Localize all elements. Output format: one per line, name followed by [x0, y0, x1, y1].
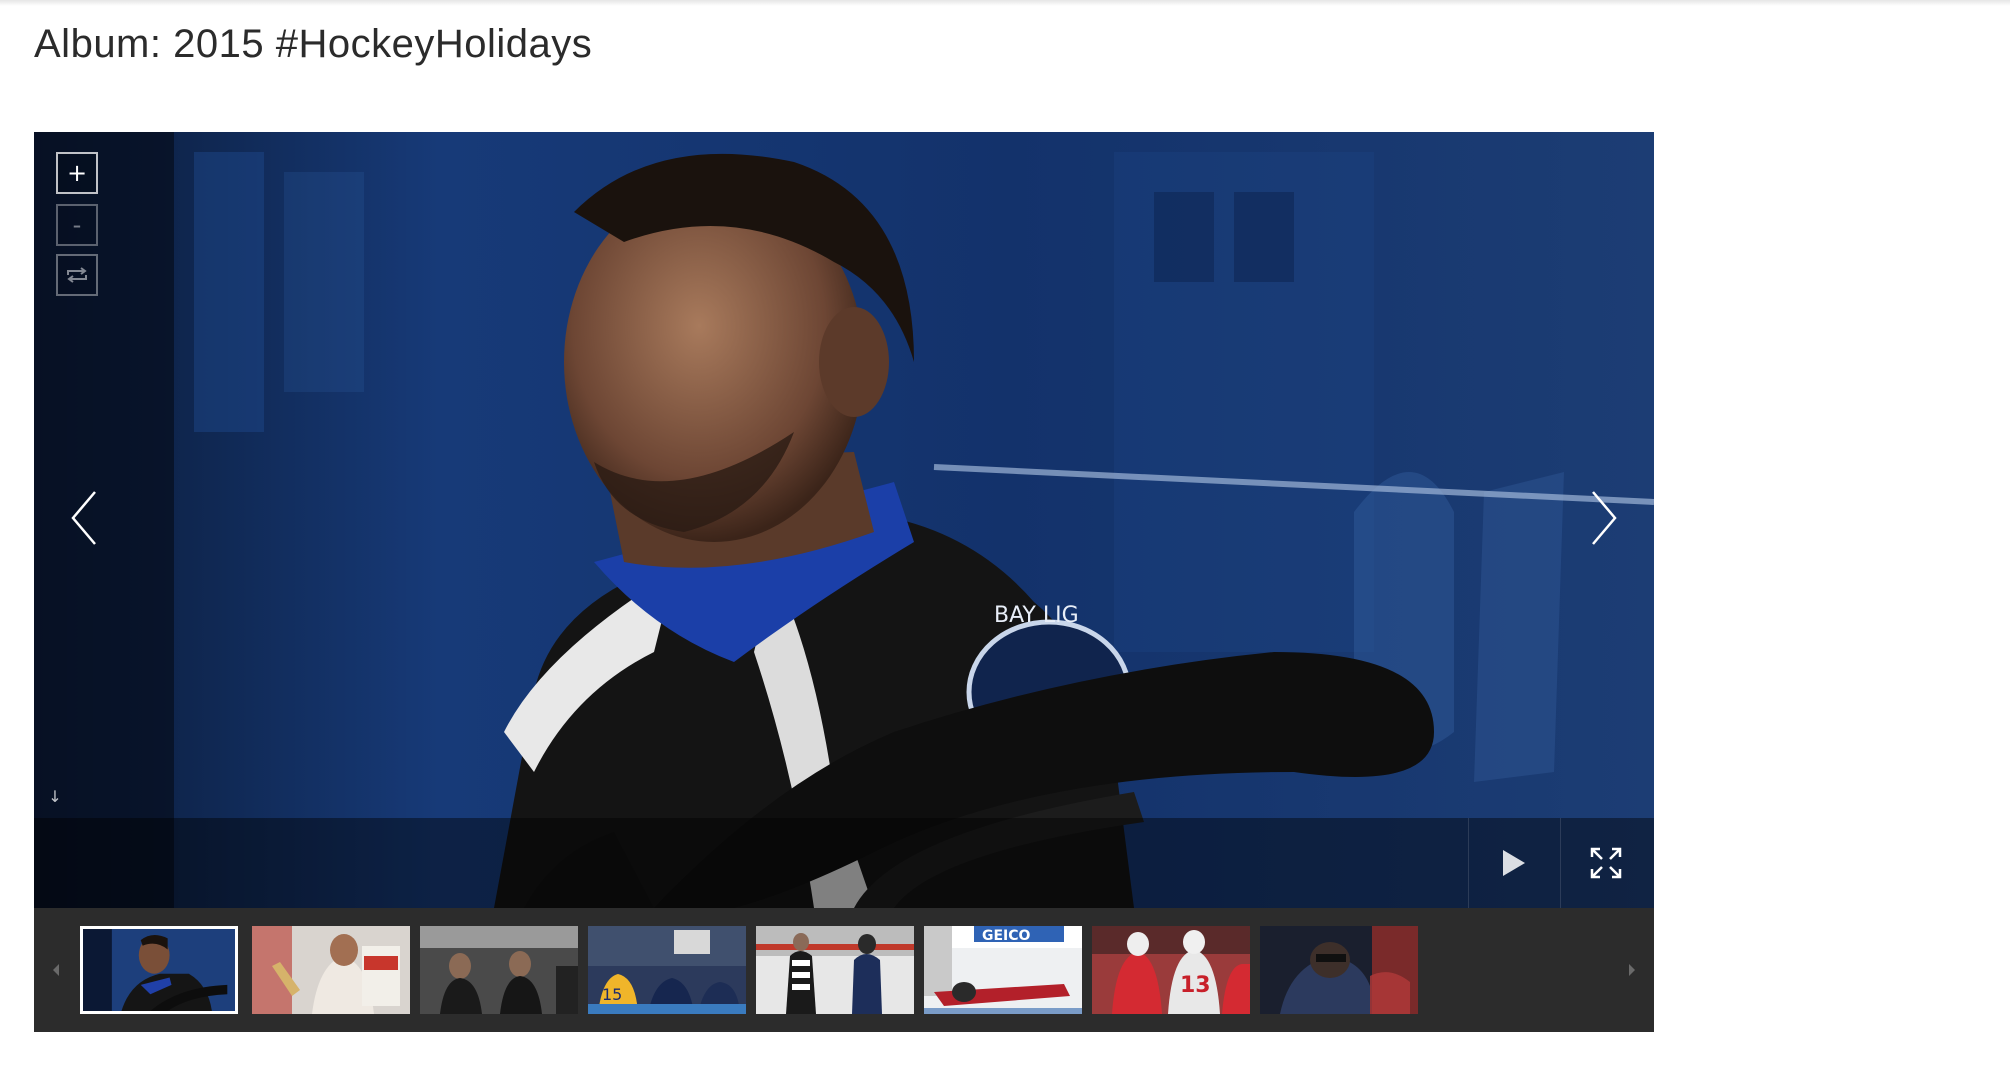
thumb-image: GEICO: [924, 926, 1082, 1014]
thumb-image: [756, 926, 914, 1014]
fullscreen-button[interactable]: [1560, 818, 1650, 908]
chevron-left-icon: [71, 491, 96, 545]
thumb-image: [420, 926, 578, 1014]
thumbnail-strip: 15 GEICO 13: [34, 908, 1654, 1032]
thumbnails-next-button[interactable]: [1610, 908, 1654, 1032]
thumb-jersey-number: 15: [602, 985, 622, 1004]
caret-left-icon: [53, 964, 59, 976]
play-slideshow-button[interactable]: [1468, 818, 1558, 908]
chevron-right-icon: [1592, 491, 1617, 545]
download-arrow-icon[interactable]: ↓: [46, 786, 64, 808]
jersey-patch-text: BAY LIG: [994, 603, 1079, 628]
zoom-in-label: +: [66, 159, 88, 187]
thumb-image: [1260, 926, 1418, 1014]
photo-viewer[interactable]: BAY LIG + - ↓: [34, 132, 1654, 908]
thumb-red-wings-players[interactable]: 13: [1092, 926, 1250, 1014]
play-icon: [1502, 850, 1525, 876]
thumb-player-on-ice[interactable]: GEICO: [924, 926, 1082, 1014]
previous-photo-button[interactable]: [54, 478, 114, 558]
zoom-in-button[interactable]: +: [56, 152, 98, 194]
thumb-jersey-number: 13: [1180, 973, 1211, 998]
fullscreen-icon: [1590, 847, 1621, 879]
thumb-player-bench[interactable]: [80, 926, 238, 1014]
thumb-image: [252, 926, 410, 1014]
thumb-goalie-celebration[interactable]: [252, 926, 410, 1014]
top-shadow: [0, 0, 2010, 6]
next-photo-button[interactable]: [1574, 478, 1634, 558]
caret-right-icon: [1629, 964, 1635, 976]
zoom-out-button[interactable]: -: [56, 204, 98, 246]
thumb-dark-closeup[interactable]: [1260, 926, 1418, 1014]
thumb-crowd-sign[interactable]: 15: [588, 926, 746, 1014]
thumb-players-bench-row[interactable]: [420, 926, 578, 1014]
thumb-image: 13: [1092, 926, 1250, 1014]
album-title: Album: 2015 #HockeyHolidays: [34, 22, 593, 66]
rotate-button[interactable]: [56, 254, 98, 296]
thumb-referee-skater[interactable]: [756, 926, 914, 1014]
viewer-controls-bar: [34, 818, 1654, 908]
thumbnails-prev-button[interactable]: [34, 908, 78, 1032]
rotate-icon: [67, 267, 87, 283]
main-photo: BAY LIG: [34, 132, 1654, 908]
thumb-board-text: GEICO: [982, 928, 1031, 944]
zoom-out-label: -: [72, 211, 82, 239]
thumb-image: 15: [588, 926, 746, 1014]
thumb-image: [83, 929, 235, 1011]
